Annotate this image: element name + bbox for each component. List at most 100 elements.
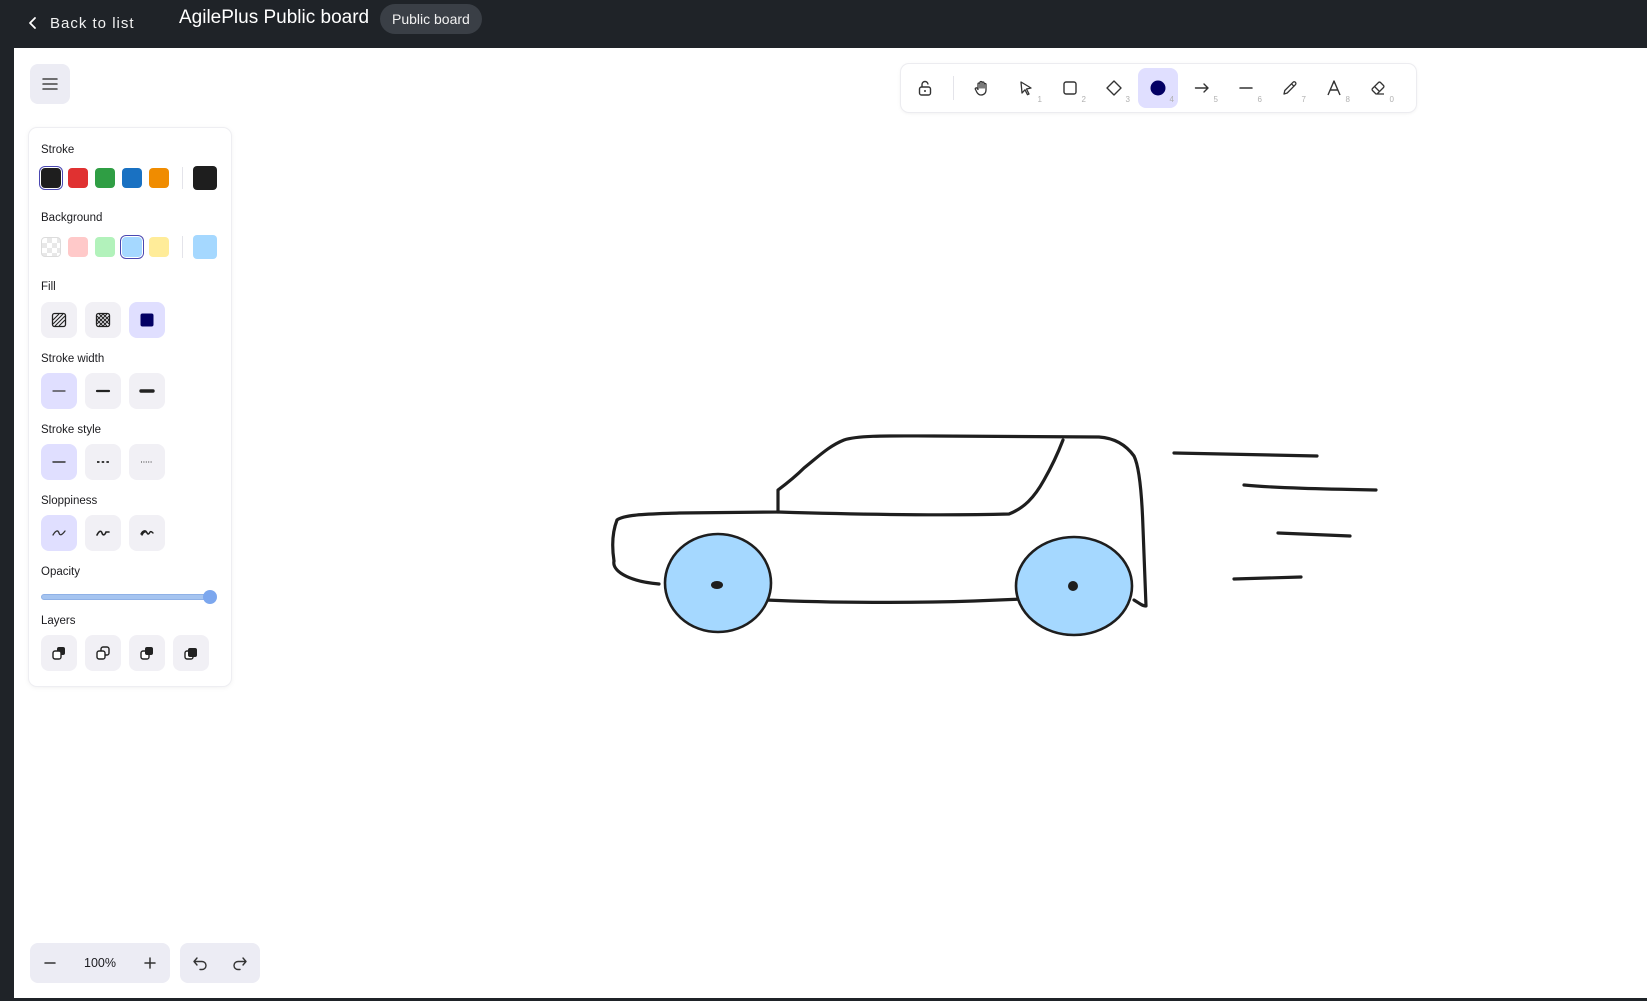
redo-icon	[233, 957, 247, 971]
arrow-tool-button[interactable]: 5	[1182, 68, 1222, 108]
zoom-out-button[interactable]	[30, 943, 70, 983]
selection-icon	[1020, 81, 1032, 96]
extra-bold-stroke-icon	[139, 389, 155, 393]
bring-forward-button[interactable]	[129, 635, 165, 671]
sloppiness-label: Sloppiness	[41, 495, 98, 507]
text-tool-button[interactable]: 8	[1314, 68, 1354, 108]
shortcut-key: 7	[1301, 95, 1306, 104]
current-background-color[interactable]	[193, 235, 217, 259]
stroke-style-solid-button[interactable]	[41, 444, 77, 480]
stroke-style-dashed-button[interactable]	[85, 444, 121, 480]
shortcut-key: 6	[1257, 95, 1262, 104]
fill-cross-hatch-button[interactable]	[85, 302, 121, 338]
history-controls	[180, 943, 260, 983]
panel-divider	[182, 236, 183, 258]
ellipse-icon	[1150, 80, 1166, 96]
properties-panel: Stroke Background Fill Stroke width Stro…	[29, 128, 231, 686]
arrow-icon	[1194, 83, 1209, 93]
bold-stroke-icon	[95, 389, 111, 393]
speed-line-2	[1242, 483, 1378, 492]
fill-label: Fill	[41, 281, 56, 293]
current-stroke-color[interactable]	[193, 166, 217, 190]
pencil-icon	[1283, 81, 1297, 95]
eraser-tool-button[interactable]: 0	[1358, 68, 1398, 108]
speed-line-4	[1232, 575, 1303, 581]
stroke-color-green[interactable]	[95, 168, 115, 188]
public-board-badge: Public board	[380, 4, 482, 34]
opacity-slider-track	[41, 594, 211, 600]
stroke-width-label: Stroke width	[41, 353, 105, 365]
car-drawing[interactable]	[14, 48, 1647, 998]
back-label: Back to list	[50, 14, 135, 32]
zoom-controls: 100%	[30, 943, 170, 983]
speed-line-1	[1172, 451, 1319, 458]
rear-wheel-hub	[1068, 581, 1078, 591]
send-to-back-icon	[52, 647, 65, 660]
plus-icon	[144, 957, 156, 969]
send-backward-button[interactable]	[85, 635, 121, 671]
stroke-width-extra-bold-button[interactable]	[129, 373, 165, 409]
whiteboard-canvas[interactable]: 1 2 3 4 5 6 7 8 0 Stroke Background Fill…	[14, 48, 1647, 998]
zoom-in-button[interactable]	[130, 943, 170, 983]
shortcut-key: 0	[1389, 95, 1394, 104]
architect-icon	[52, 530, 66, 536]
redo-button[interactable]	[220, 943, 260, 983]
ellipse-tool-button[interactable]: 4	[1138, 68, 1178, 108]
send-backward-icon	[96, 646, 110, 660]
stroke-label: Stroke	[41, 144, 75, 156]
background-color-blue[interactable]	[122, 237, 142, 257]
opacity-label: Opacity	[41, 566, 80, 578]
shortcut-key: 2	[1081, 95, 1086, 104]
diamond-icon	[1106, 80, 1122, 96]
solid-line-icon	[52, 461, 66, 463]
lock-icon	[918, 80, 932, 96]
main-menu-button[interactable]	[30, 64, 70, 104]
stroke-width-bold-button[interactable]	[85, 373, 121, 409]
rectangle-tool-button[interactable]: 2	[1050, 68, 1090, 108]
stroke-color-orange[interactable]	[149, 168, 169, 188]
sloppiness-cartoonist-button[interactable]	[129, 515, 165, 551]
sloppiness-architect-button[interactable]	[41, 515, 77, 551]
background-color-transparent[interactable]	[41, 237, 61, 257]
undo-icon	[193, 957, 207, 971]
hamburger-icon	[42, 78, 58, 90]
fill-solid-button[interactable]	[129, 302, 165, 338]
layers-label: Layers	[41, 615, 76, 627]
background-color-pink[interactable]	[68, 237, 88, 257]
minus-icon	[44, 962, 56, 964]
background-color-green[interactable]	[95, 237, 115, 257]
fill-hachure-button[interactable]	[41, 302, 77, 338]
opacity-slider[interactable]	[41, 590, 217, 604]
stroke-color-black[interactable]	[41, 168, 61, 188]
bring-to-front-icon	[184, 648, 197, 660]
shortcut-key: 4	[1169, 95, 1174, 104]
background-color-yellow[interactable]	[149, 237, 169, 257]
stroke-color-blue[interactable]	[122, 168, 142, 188]
toolbar-divider	[953, 76, 954, 100]
hand-tool-button[interactable]	[962, 68, 1002, 108]
stroke-color-red[interactable]	[68, 168, 88, 188]
pencil-tool-button[interactable]: 7	[1270, 68, 1310, 108]
undo-button[interactable]	[180, 943, 220, 983]
opacity-slider-thumb[interactable]	[203, 590, 217, 604]
diamond-tool-button[interactable]: 3	[1094, 68, 1134, 108]
artist-icon	[96, 530, 110, 536]
lock-tool-button[interactable]	[905, 68, 945, 108]
text-icon	[1327, 80, 1341, 96]
speed-line-3	[1276, 531, 1352, 538]
bring-to-front-button[interactable]	[173, 635, 209, 671]
stroke-style-dotted-button[interactable]	[129, 444, 165, 480]
thin-stroke-icon	[52, 390, 66, 392]
background-label: Background	[41, 212, 103, 224]
selection-tool-button[interactable]: 1	[1006, 68, 1046, 108]
line-tool-button[interactable]: 6	[1226, 68, 1266, 108]
panel-divider	[182, 167, 183, 189]
send-to-back-button[interactable]	[41, 635, 77, 671]
car-belt-line	[776, 438, 1065, 517]
stroke-width-thin-button[interactable]	[41, 373, 77, 409]
sloppiness-artist-button[interactable]	[85, 515, 121, 551]
zoom-level[interactable]: 100%	[70, 956, 130, 970]
chevron-left-icon	[29, 17, 36, 29]
back-to-list-button[interactable]: Back to list	[26, 8, 135, 38]
cartoonist-icon	[140, 530, 154, 536]
